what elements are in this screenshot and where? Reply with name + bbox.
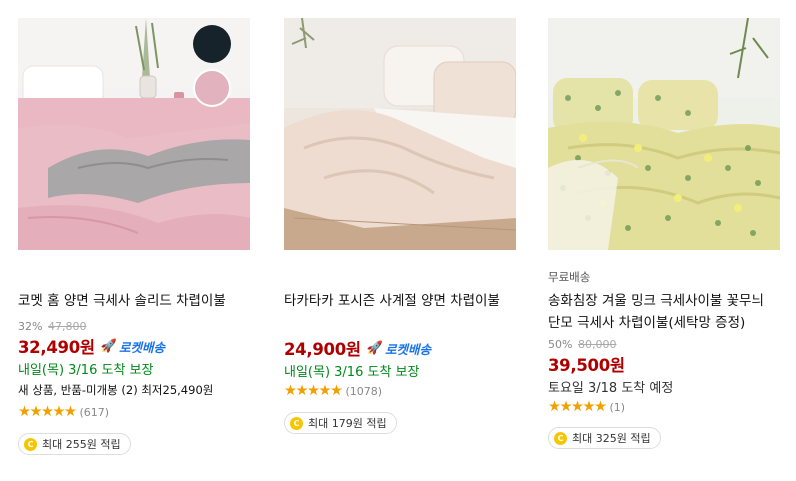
star-rating-icon: ★★★★★	[284, 383, 343, 399]
rating: ★★★★★ (1078)	[284, 383, 382, 399]
rocket-label: 로켓배송	[384, 341, 431, 357]
sale-price: 39,500원	[548, 356, 625, 375]
arrival-info: 내일(목) 3/16 도착 보장	[18, 363, 154, 378]
star-rating-icon: ★★★★★	[18, 404, 77, 420]
review-count: (1)	[609, 400, 626, 414]
original-price: 80,000	[577, 338, 617, 351]
product-card[interactable]: 무료배송 송화침장 겨울 밍크 극세사이불 꽃무늬 단모 극세사 차렵이불(세탁…	[548, 18, 780, 449]
rocket-delivery-badge: 🚀 로켓배송	[101, 337, 165, 356]
rating: ★★★★★ (1)	[548, 399, 625, 415]
product-image[interactable]	[284, 18, 516, 250]
discount-row: 32% 47,800	[18, 320, 86, 333]
star-rating-icon: ★★★★★	[548, 399, 607, 415]
product-title[interactable]: 송화침장 겨울 밍크 극세사이불 꽃무늬 단모 극세사 차렵이불(세탁망 증정)	[548, 290, 788, 334]
reward-text: 최대 179원 적립	[308, 417, 387, 430]
reward-text: 최대 325원 적립	[572, 432, 651, 445]
arrival-info: 내일(목) 3/16 도착 보장	[284, 365, 420, 380]
free-shipping-badge: 무료배송	[548, 270, 591, 284]
rocket-icon: 🚀	[366, 340, 383, 356]
coin-icon: C	[554, 431, 567, 445]
price-row: 39,500원	[548, 352, 625, 376]
original-price: 47,800	[47, 320, 87, 333]
sale-price: 32,490원	[18, 338, 95, 357]
reward-badge: C 최대 179원 적립	[284, 412, 397, 434]
coin-icon: C	[290, 416, 303, 430]
reward-badge: C 최대 255원 적립	[18, 433, 131, 455]
product-image[interactable]	[18, 18, 250, 250]
discount-row: 50% 80,000	[548, 338, 616, 351]
beige-comforter-photo	[284, 18, 516, 250]
review-count: (1078)	[345, 384, 383, 398]
rocket-delivery-badge: 🚀 로켓배송	[367, 339, 431, 358]
arrival-info: 토요일 3/18 도착 예정	[548, 381, 674, 396]
product-title[interactable]: 코멧 홈 양면 극세사 솔리드 차렵이불	[18, 290, 258, 312]
rocket-icon: 🚀	[100, 338, 117, 354]
product-card[interactable]: 타카타카 포시즌 사계절 양면 차렵이불 24,900원 🚀 로켓배송 내일(목…	[284, 18, 516, 434]
other-sellers-info[interactable]: 새 상품, 반품-미개봉 (2) 최저25,490원	[18, 382, 213, 398]
reward-badge: C 최대 325원 적립	[548, 427, 661, 449]
discount-rate: 50%	[548, 338, 573, 351]
rating: ★★★★★ (617)	[18, 404, 109, 420]
discount-rate: 32%	[18, 320, 43, 333]
price-row: 24,900원 🚀 로켓배송	[284, 336, 431, 360]
price-row: 32,490원 🚀 로켓배송	[18, 334, 165, 358]
product-card[interactable]: 코멧 홈 양면 극세사 솔리드 차렵이불 32% 47,800 32,490원 …	[18, 18, 250, 455]
sale-price: 24,900원	[284, 340, 361, 359]
coin-icon: C	[24, 437, 37, 451]
rocket-label: 로켓배송	[118, 339, 165, 355]
pink-gray-comforter-photo	[18, 18, 250, 250]
yellow-floral-comforter-photo	[548, 18, 780, 250]
product-title[interactable]: 타카타카 포시즌 사계절 양면 차렵이불	[284, 290, 524, 312]
reward-text: 최대 255원 적립	[42, 438, 121, 451]
review-count: (617)	[79, 405, 110, 419]
product-image[interactable]	[548, 18, 780, 250]
